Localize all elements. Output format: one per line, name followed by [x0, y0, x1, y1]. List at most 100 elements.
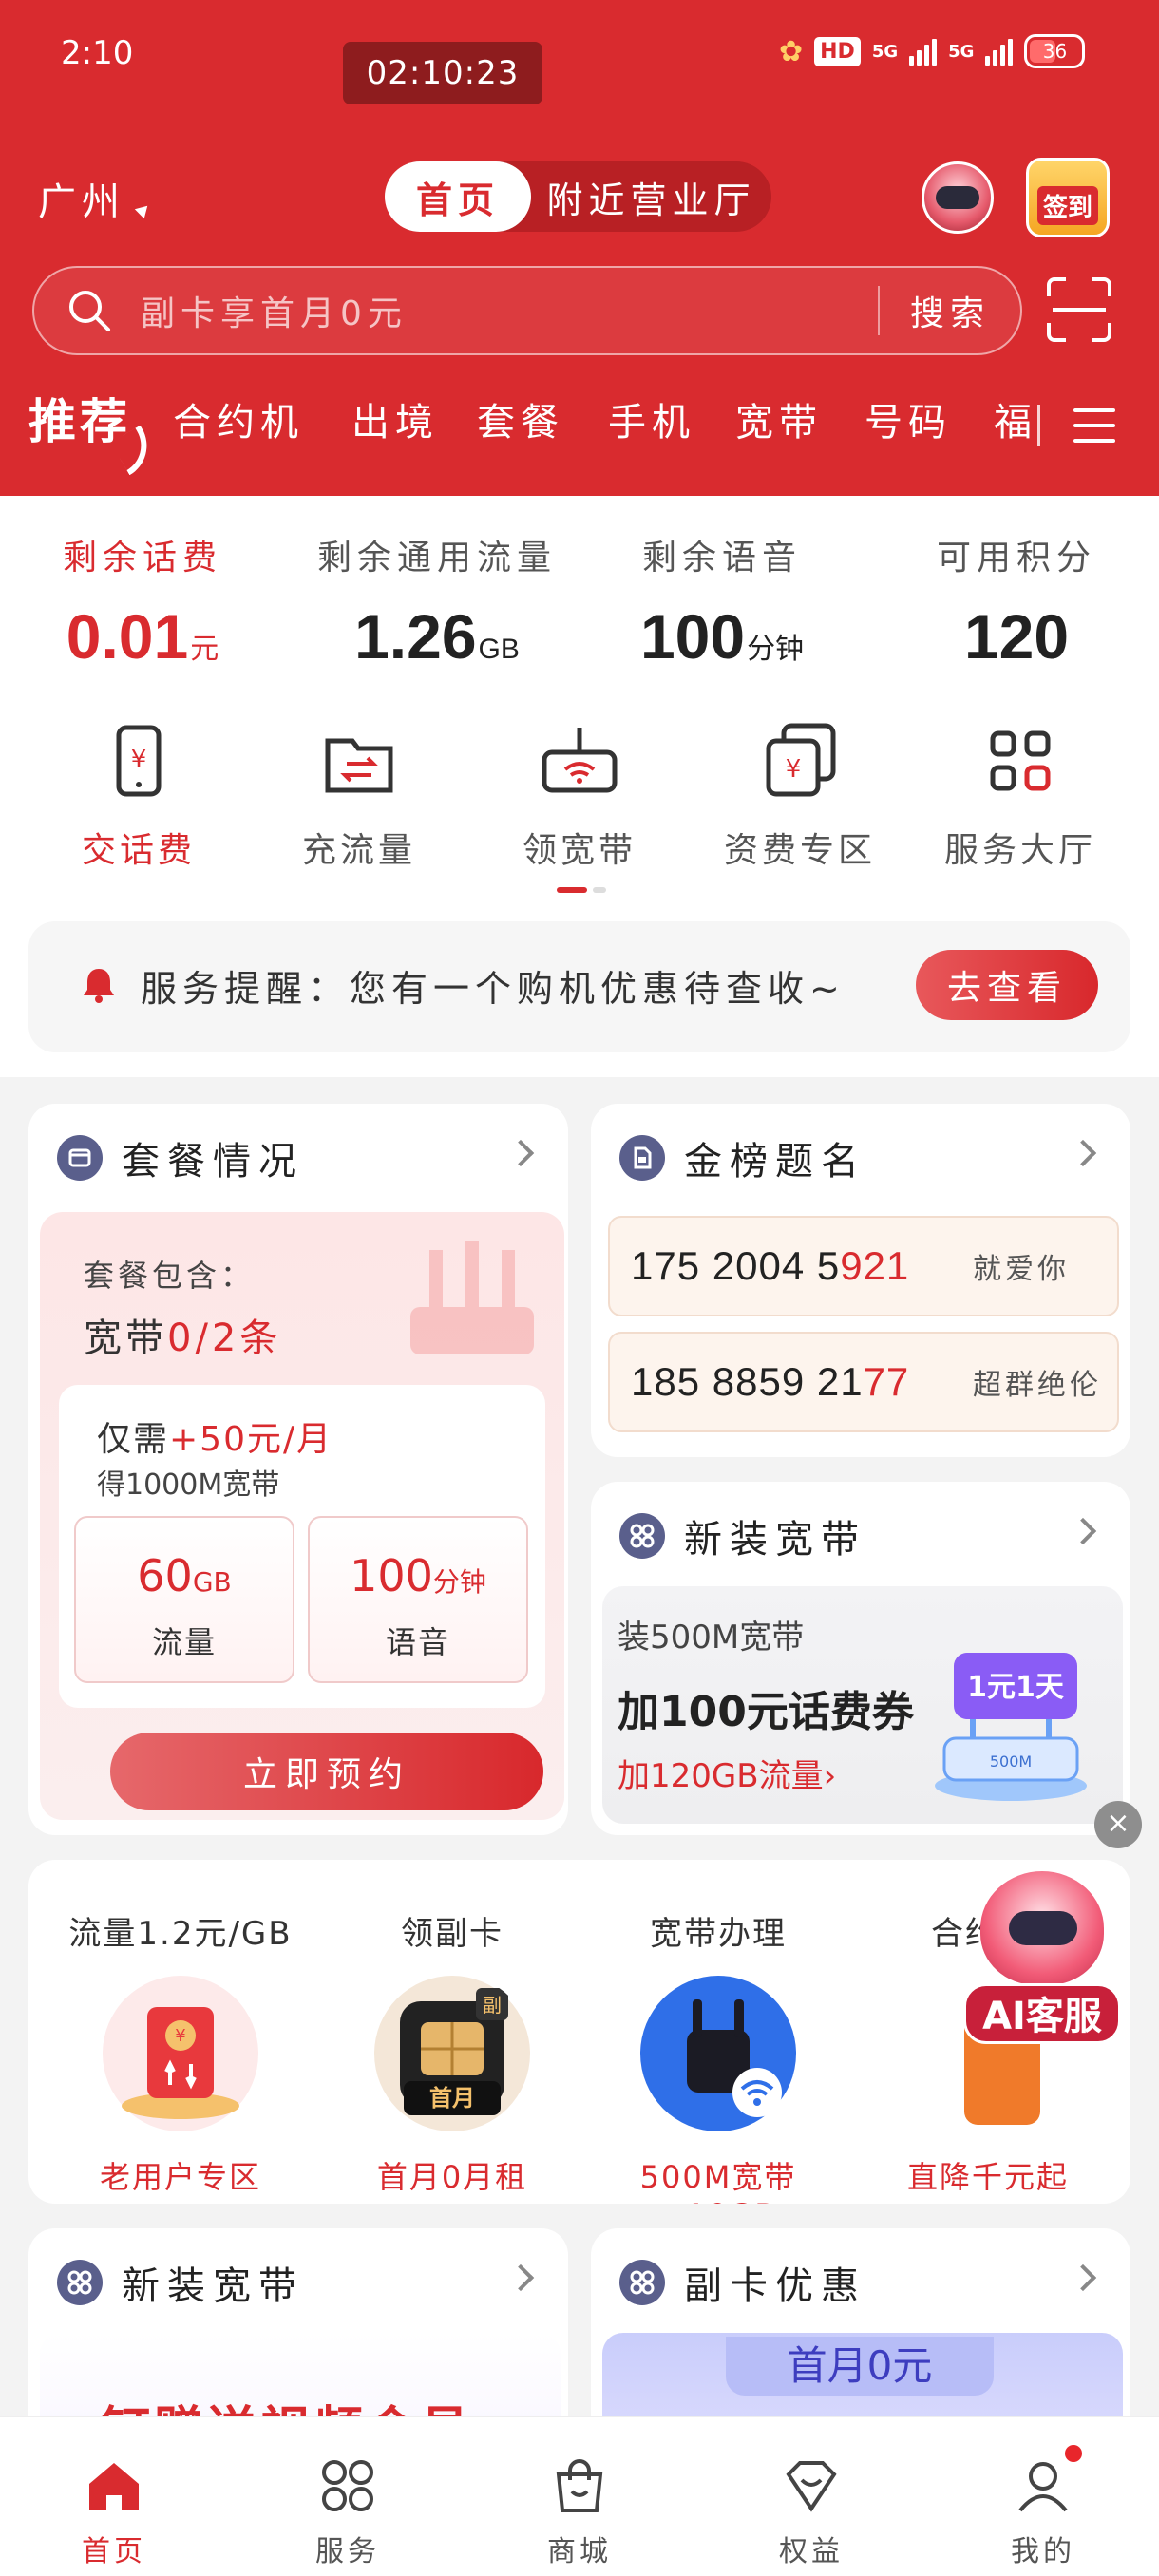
category-plans[interactable]: 套餐 — [477, 391, 564, 446]
balance-data-value: 1.26 — [354, 601, 477, 672]
chevron-right-icon[interactable] — [1069, 2263, 1097, 2292]
balance-points-value: 120 — [963, 601, 1070, 672]
quick-tariff-zone[interactable]: ¥ 资费专区 — [695, 720, 904, 872]
search-button[interactable]: 搜索 — [880, 286, 1020, 335]
quick-recharge-data[interactable]: 充流量 — [255, 720, 464, 872]
chevron-right-icon[interactable] — [1069, 1139, 1097, 1167]
category-divider — [1037, 405, 1040, 446]
quick-service-hall[interactable]: 服务大厅 — [916, 720, 1125, 872]
sub-card-offer-header[interactable]: 副卡优惠 — [619, 2255, 866, 2310]
package-includes-label: 套餐包含： — [84, 1258, 256, 1294]
package-broadband: 宽带0/2条 — [84, 1307, 281, 1362]
sub-card-offer-title: 副卡优惠 — [684, 2264, 866, 2308]
product-data-deal[interactable]: 流量1.2元/GB ¥ 老用户专区 — [48, 1907, 314, 2197]
battery-icon: 36 — [1024, 34, 1086, 68]
category-numbers[interactable]: 号码 — [864, 391, 952, 446]
product-title: 流量1.2元/GB — [68, 1915, 293, 1953]
reminder-text: 服务提醒：您有一个购机优惠待查收~ — [141, 968, 846, 1010]
chevron-right-icon[interactable] — [1069, 1517, 1097, 1545]
promo-line-2: 加100元话费券 — [618, 1688, 914, 1736]
coupon-router-illustration: 1元1天 500M — [935, 1653, 1087, 1801]
svg-text:¥: ¥ — [786, 755, 802, 784]
quick-get-broadband[interactable]: 领宽带 — [475, 720, 684, 872]
product-broadband[interactable]: 宽带办理 500M宽带+10GB — [585, 1907, 851, 2204]
unicom-logo-icon — [619, 1513, 665, 1559]
category-nav: 推荐 合约机 出境 套餐 手机 宽带 号码 福 — [0, 380, 1159, 476]
broadband-promo[interactable]: 装500M宽带 加100元话费券 加120GB流量› 1元1天 500M — [602, 1586, 1123, 1824]
network-type-1: 5G — [871, 41, 899, 62]
phone-number-prefix: 175 2004 5 — [631, 1243, 841, 1288]
sub-card-badge: 副 — [483, 1994, 502, 2017]
package-card-header[interactable]: 套餐情况 — [57, 1130, 304, 1185]
new-broadband-header[interactable]: 新装宽带 — [619, 1508, 866, 1563]
router-icon — [542, 728, 618, 793]
signal-icon — [909, 37, 938, 66]
avatar[interactable] — [922, 161, 994, 234]
chevron-right-icon: › — [823, 1757, 837, 1795]
offer-gain: 得1000M宽带 — [97, 1468, 280, 1502]
category-contract-phone[interactable]: 合约机 — [173, 391, 304, 446]
balance-fee-unit: 元 — [190, 634, 219, 665]
quick-service-hall-label: 服务大厅 — [943, 831, 1096, 870]
nav-profile[interactable]: 我的 — [967, 2455, 1119, 2569]
lucky-number-row[interactable]: 185 8859 2177 超群绝伦 — [608, 1332, 1119, 1432]
quick-tariff-zone-label: 资费专区 — [723, 831, 876, 870]
search-bar[interactable]: 副卡享首月0元 搜索 — [32, 266, 1022, 355]
new-broadband-card: 新装宽带 装500M宽带 加100元话费券 加120GB流量› 1元1天 500… — [591, 1482, 1130, 1835]
lucky-number-title: 金榜题名 — [684, 1140, 866, 1184]
category-phones[interactable]: 手机 — [608, 391, 695, 446]
category-broadband[interactable]: 宽带 — [735, 391, 823, 446]
nav-home-label: 首页 — [82, 2535, 146, 2568]
nav-shop[interactable]: 商城 — [504, 2455, 656, 2569]
account-summary: 剩余话费 0.01元 剩余通用流量 1.26GB 剩余语音 100分钟 可用积分… — [0, 496, 1159, 1077]
menu-icon[interactable] — [1074, 408, 1115, 454]
offer-data-label: 流量 — [151, 1624, 217, 1660]
broadband-lower-header[interactable]: 新装宽带 — [57, 2255, 304, 2310]
nav-services[interactable]: 服务 — [272, 2455, 424, 2569]
balance-voice-value: 100 — [639, 601, 746, 672]
city-selector[interactable]: 广州 — [38, 171, 153, 226]
phone-number: 175 2004 5921 — [631, 1243, 909, 1289]
nav-home[interactable]: 首页 — [38, 2455, 190, 2569]
sub-card-overlay: 首月 — [429, 2085, 475, 2112]
balance-points[interactable]: 可用积分 120 — [884, 530, 1150, 672]
offer-price: 仅需+50元/月 — [97, 1411, 332, 1461]
balance-voice[interactable]: 剩余语音 100分钟 — [589, 530, 855, 672]
ai-assistant-label: AI客服 — [963, 1983, 1121, 2044]
search-input[interactable]: 副卡享首月0元 — [141, 286, 878, 335]
lucky-number-header[interactable]: 金榜题名 — [619, 1130, 866, 1185]
coupon-text: 1元1天 — [967, 1671, 1064, 1704]
nav-benefits[interactable]: 权益 — [735, 2455, 887, 2569]
product-sub-card[interactable]: 领副卡 副首月 首月0月租 — [319, 1907, 585, 2197]
reserve-now-button[interactable]: 立即预约 — [110, 1733, 543, 1810]
close-icon[interactable]: × — [1094, 1801, 1142, 1848]
status-icons: ✿ HD 5G 5G 36 — [779, 34, 1086, 68]
broadband-lower-title: 新装宽带 — [122, 2264, 304, 2308]
balance-fee[interactable]: 剩余话费 0.01元 — [10, 530, 276, 672]
quick-pay-bill[interactable]: ¥ 交话费 — [34, 720, 243, 872]
hd-badge: HD — [814, 36, 861, 66]
unicom-logo-icon — [619, 2260, 665, 2305]
balance-points-label: 可用积分 — [936, 539, 1096, 578]
checkin-button[interactable]: 签到 — [1026, 158, 1110, 237]
tab-home[interactable]: 首页 — [385, 161, 531, 232]
balance-fee-value: 0.01 — [66, 601, 189, 672]
chevron-right-icon[interactable] — [506, 2263, 535, 2292]
balance-data[interactable]: 剩余通用流量 1.26GB — [304, 530, 570, 672]
battery-level: 36 — [1042, 40, 1068, 63]
category-abroad[interactable]: 出境 — [352, 391, 439, 446]
sim-card-icon — [619, 1135, 665, 1181]
sub-card-offer-text: 首月0元 — [726, 2337, 994, 2396]
ai-assistant-button[interactable]: AI客服 — [958, 1871, 1123, 2054]
network-type-2: 5G — [948, 41, 975, 62]
lucky-number-row[interactable]: 175 2004 5921 就爱你 — [608, 1216, 1119, 1316]
category-benefits[interactable]: 福 — [994, 391, 1037, 446]
screen-record-timer: 02:10:23 — [343, 42, 542, 104]
product-desc: 500M宽带+10GB — [639, 2159, 797, 2204]
scan-icon[interactable] — [1045, 275, 1113, 344]
offer-voice-label: 语音 — [385, 1624, 450, 1660]
view-reminder-button[interactable]: 去查看 — [916, 950, 1098, 1020]
package-details: 套餐包含： 宽带0/2条 仅需+50元/月 得1000M宽带 60GB 流量 +… — [40, 1212, 564, 1820]
chevron-right-icon[interactable] — [506, 1139, 535, 1167]
tab-nearby-stores[interactable]: 附近营业厅 — [531, 161, 771, 232]
